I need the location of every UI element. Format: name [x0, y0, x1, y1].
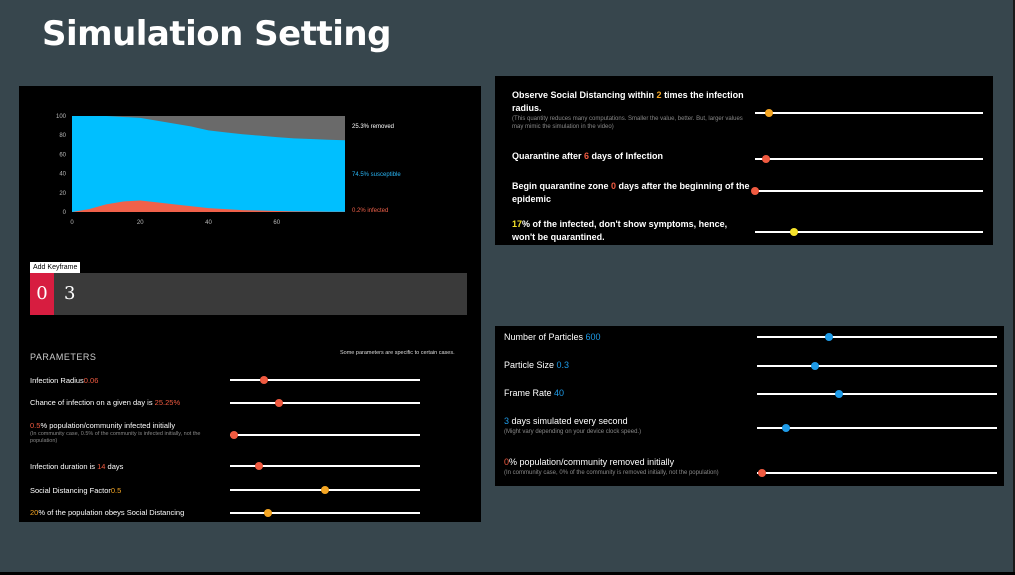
param-label-0: Infection Radius0.06 [30, 376, 98, 385]
param-slider-track-5[interactable] [230, 512, 420, 514]
param-row-2: 0.5% population/community infected initi… [30, 421, 225, 445]
particles-label-4: 0% population/community removed initiall… [504, 457, 674, 467]
param-label-5: 20% of the population obeys Social Dista… [30, 508, 184, 517]
param-slider-handle-5[interactable] [264, 509, 272, 517]
label-text: days [105, 462, 124, 471]
quarantine-label-1: Quarantine after 6 days of Infection [512, 151, 663, 161]
quarantine-slider-handle-2[interactable] [751, 187, 759, 195]
quarantine-row-3: 17% of the infected, don't show symptoms… [512, 218, 752, 244]
quarantine-slider-track-2[interactable] [755, 190, 983, 192]
value-text: 0.5 [30, 421, 41, 430]
particles-slider-handle-0[interactable] [825, 333, 833, 341]
label-text: Chance of infection on a given day is [30, 398, 155, 407]
slide-title: Simulation Setting [42, 14, 391, 54]
label-text: Observe Social Distancing within [512, 90, 657, 100]
param-slider-track-2[interactable] [230, 434, 420, 436]
help-text: (This quantity reduces many computations… [512, 116, 743, 130]
label-text: Infection Radius [30, 376, 84, 385]
help-text: (In community case, 0.5% of the communit… [30, 431, 201, 444]
quarantine-slider-handle-3[interactable] [789, 228, 798, 236]
value-text: 600 [585, 332, 601, 342]
particles-slider-handle-1[interactable] [810, 362, 819, 370]
particles-slider-track-2[interactable] [757, 393, 997, 395]
value-text: 40 [554, 388, 565, 398]
quarantine-slider-track-0[interactable] [755, 112, 983, 114]
param-row-3: Infection duration is 14 days [30, 462, 225, 471]
param-row-0: Infection Radius0.06 [30, 376, 225, 385]
keyframe-timeline[interactable]: 0 3 [30, 273, 467, 315]
particles-label-0: Number of Particles 600 [504, 332, 601, 342]
particles-slider-track-3[interactable] [757, 427, 997, 429]
param-row-4: Social Distancing Factor0.5 [30, 486, 225, 495]
label-text: Begin quarantine zone [512, 181, 612, 191]
particles-slider-handle-2[interactable] [834, 390, 843, 398]
label-text: Infection duration is [30, 462, 98, 471]
particles-slider-track-1[interactable] [757, 365, 997, 367]
label-text: Quarantine after [512, 151, 585, 161]
value-text: 0.3 [556, 360, 570, 370]
param-slider-handle-4[interactable] [321, 486, 329, 494]
quarantine-row-2: Begin quarantine zone 0 days after the b… [512, 180, 752, 206]
label-text: Particle Size [504, 360, 557, 370]
value-text: 0.06 [83, 376, 99, 385]
keyframe-0[interactable]: 0 [30, 273, 54, 315]
quarantine-slider-handle-0[interactable] [764, 109, 773, 117]
label-text: days of Infection [589, 151, 664, 161]
param-row-1: Chance of infection on a given day is 25… [30, 398, 225, 407]
quarantine-label-2: Begin quarantine zone 0 days after the b… [512, 181, 750, 204]
param-row-5: 20% of the population obeys Social Dista… [30, 508, 225, 517]
particles-slider-track-0[interactable] [757, 336, 997, 338]
particles-row-2: Frame Rate 40 [504, 387, 749, 400]
particles-slider-handle-3[interactable] [781, 424, 790, 432]
quarantine-slider-track-1[interactable] [755, 158, 983, 160]
value-text: 0.5 [110, 486, 122, 495]
quarantine-label-3: 17% of the infected, don't show symptoms… [512, 219, 727, 242]
label-text: % population/community infected initiall… [40, 421, 176, 430]
particles-label-1: Particle Size 0.3 [504, 360, 569, 370]
param-label-4: Social Distancing Factor0.5 [30, 486, 121, 495]
quarantine-label-0: Observe Social Distancing within 2 times… [512, 90, 744, 113]
label-text: days simulated every second [509, 416, 628, 426]
label-text: % of the population obeys Social Distanc… [38, 508, 185, 517]
param-slider-track-1[interactable] [230, 402, 420, 404]
param-slider-handle-3[interactable] [254, 462, 263, 470]
quarantine-row-1: Quarantine after 6 days of Infection [512, 150, 752, 163]
param-label-1: Chance of infection on a given day is 25… [30, 398, 180, 407]
particles-row-4: 0% population/community removed initiall… [504, 456, 749, 477]
particles-row-1: Particle Size 0.3 [504, 359, 749, 372]
particles-row-0: Number of Particles 600 [504, 331, 749, 344]
param-slider-handle-2[interactable] [229, 431, 238, 439]
keyframe-3[interactable]: 3 [64, 273, 75, 315]
particles-slider-track-4[interactable] [757, 472, 997, 474]
label-text: Social Distancing Factor [30, 486, 111, 495]
value-text: 17 [512, 219, 523, 229]
add-keyframe-button[interactable]: Add Keyframe [30, 262, 81, 273]
value-text: 25.25% [154, 398, 181, 407]
particles-label-3: 3 days simulated every second [504, 416, 628, 426]
param-label-3: Infection duration is 14 days [30, 462, 123, 471]
label-text: % of the infected, don't show symptoms, … [512, 219, 728, 242]
particles-slider-handle-4[interactable] [757, 469, 766, 477]
particles-label-2: Frame Rate 40 [504, 388, 564, 398]
parameters-note: Some parameters are specific to certain … [340, 350, 455, 356]
parameters-heading: PARAMETERS [30, 352, 97, 362]
quarantine-row-0: Observe Social Distancing within 2 times… [512, 89, 752, 131]
label-text: % population/community removed initially [509, 457, 675, 467]
help-text: (In community case, 0% of the community … [504, 470, 719, 476]
particles-row-3: 3 days simulated every second (Might vary… [504, 415, 749, 436]
label-text: Number of Particles [504, 332, 586, 342]
param-slider-track-0[interactable] [230, 379, 420, 381]
help-text: (Might vary depending on your device clo… [504, 429, 642, 435]
param-label-2: 0.5% population/community infected initi… [30, 421, 175, 430]
label-text: Frame Rate [504, 388, 555, 398]
